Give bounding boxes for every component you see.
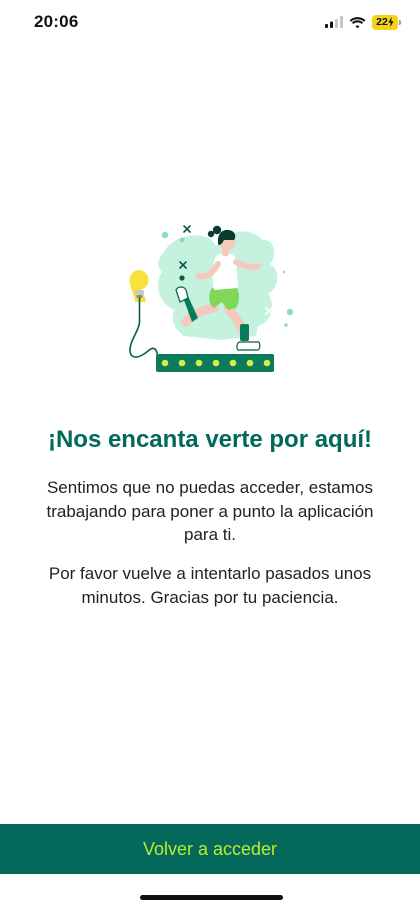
home-indicator[interactable] [140,895,283,900]
charging-bolt-icon [388,17,394,27]
retry-button[interactable]: Volver a acceder [0,824,420,874]
status-bar: 20:06 22 [0,0,420,44]
battery-icon: 22 [372,14,401,30]
wifi-icon [349,16,366,28]
page-title: ¡Nos encanta verte por aquí! [47,426,373,453]
battery-level: 22 [376,16,388,28]
retry-instructions: Por favor vuelve a intentarlo pasados un… [48,564,372,607]
cellular-signal-icon [325,16,343,28]
runner-on-treadmill-illustration [129,225,294,372]
status-time: 20:06 [34,12,79,31]
maintenance-message: Sentimos que no puedas acceder, estamos … [46,478,374,544]
battery-tip [399,19,401,25]
status-indicators: 22 [325,13,401,31]
